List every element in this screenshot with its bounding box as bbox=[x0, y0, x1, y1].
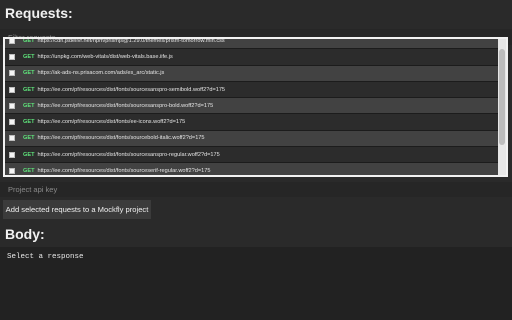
request-method: GET bbox=[23, 70, 35, 77]
request-row[interactable]: GET https://ee.com/pf/resources/dist/font… bbox=[5, 98, 501, 115]
requests-list-items: GET https://cdn.jsdelivr.net/npm/prismjs@… bbox=[5, 37, 501, 175]
request-checkbox[interactable] bbox=[9, 70, 15, 77]
request-row[interactable]: GET https://ee.com/pf/resources/dist/font… bbox=[5, 114, 501, 131]
request-row[interactable]: GET https://ak-ads-ns.prisacom.com/ads/es… bbox=[5, 65, 501, 82]
request-row[interactable]: GET https://ee.com/pf/resources/dist/font… bbox=[5, 81, 501, 99]
request-row[interactable]: GET https://ee.com/pf/resources/dist/font… bbox=[5, 147, 501, 164]
request-checkbox[interactable] bbox=[9, 39, 15, 44]
request-checkbox[interactable] bbox=[9, 119, 15, 126]
request-method: GET bbox=[23, 86, 35, 93]
request-url: https://unpkg.com/web-vitals/dist/web-vi… bbox=[37, 53, 173, 60]
request-checkbox[interactable] bbox=[9, 168, 15, 175]
request-row[interactable]: GET https://cdn.jsdelivr.net/npm/prismjs@… bbox=[5, 37, 501, 50]
request-method: GET bbox=[23, 151, 35, 158]
request-row[interactable]: GET https://ee.com/pf/resources/dist/font… bbox=[5, 130, 501, 148]
request-checkbox[interactable] bbox=[9, 86, 15, 93]
request-row[interactable]: GET https://ee.com/pf/resources/dist/font… bbox=[5, 163, 501, 175]
requests-scrollbar[interactable] bbox=[498, 39, 506, 175]
requests-heading: Requests: bbox=[5, 5, 73, 21]
request-url: https://ee.com/pf/resources/dist/fonts/e… bbox=[37, 119, 186, 126]
request-url: https://cdn.jsdelivr.net/npm/prismjs@1.2… bbox=[37, 37, 225, 44]
add-to-mockfly-button[interactable]: Add selected requests to a Mockfly proje… bbox=[3, 200, 151, 219]
response-body-textarea[interactable]: Select a response bbox=[0, 247, 512, 320]
project-api-key-input[interactable] bbox=[0, 182, 512, 197]
request-method: GET bbox=[23, 119, 35, 126]
request-url: https://ee.com/pf/resources/dist/fonts/s… bbox=[37, 86, 226, 93]
request-url: https://ee.com/pf/resources/dist/fonts/s… bbox=[37, 102, 214, 109]
request-checkbox[interactable] bbox=[9, 102, 15, 109]
request-method: GET bbox=[23, 102, 35, 109]
request-checkbox[interactable] bbox=[9, 135, 15, 142]
request-url: https://ee.com/pf/resources/dist/fonts/s… bbox=[37, 151, 220, 158]
request-url: https://ee.com/pf/resources/dist/fonts/s… bbox=[37, 135, 205, 142]
request-row[interactable]: GET https://unpkg.com/web-vitals/dist/web… bbox=[5, 49, 501, 66]
request-url: https://ak-ads-ns.prisacom.com/ads/es_ar… bbox=[37, 70, 165, 77]
request-method: GET bbox=[23, 168, 35, 175]
request-method: GET bbox=[23, 135, 35, 142]
request-url: https://ee.com/pf/resources/dist/fonts/s… bbox=[37, 168, 211, 175]
request-method: GET bbox=[23, 53, 35, 60]
requests-list[interactable]: GET https://cdn.jsdelivr.net/npm/prismjs@… bbox=[3, 37, 508, 177]
scrollbar-thumb[interactable] bbox=[499, 49, 505, 145]
request-checkbox[interactable] bbox=[9, 151, 15, 158]
body-heading: Body: bbox=[5, 226, 45, 242]
request-checkbox[interactable] bbox=[9, 53, 15, 60]
request-method: GET bbox=[23, 37, 35, 44]
